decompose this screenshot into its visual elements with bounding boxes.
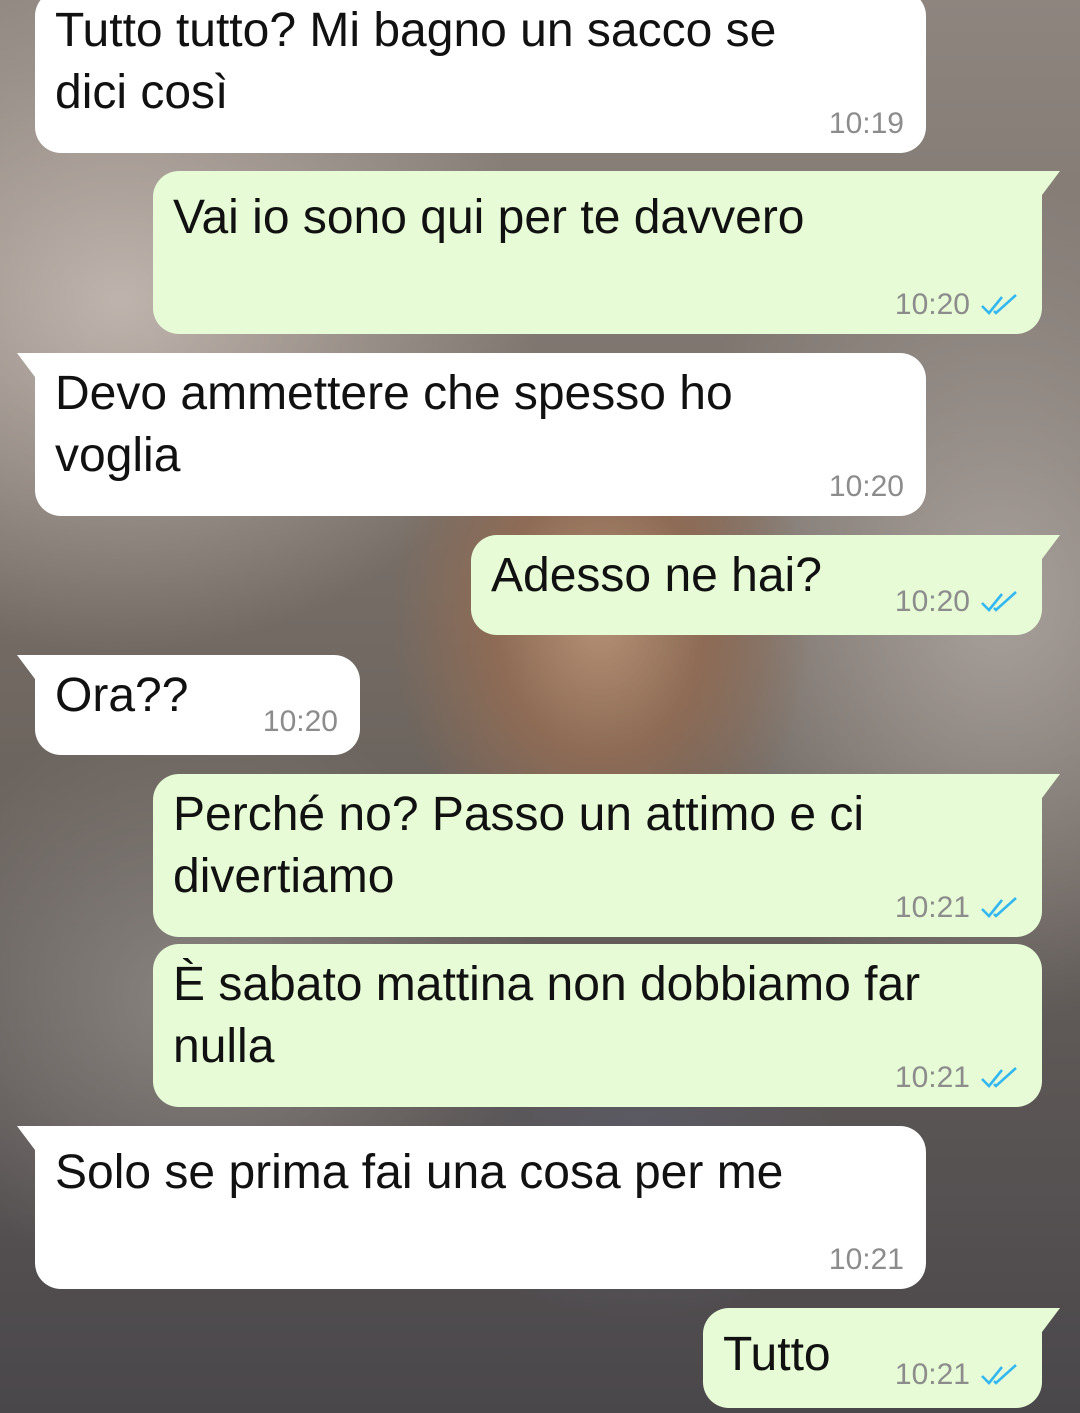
- outgoing-message-bubble[interactable]: Perché no? Passo un attimo e ci divertia…: [153, 774, 1060, 937]
- message-time: 10:21: [828, 1243, 904, 1276]
- message-text: È sabato mattina non dobbiamo far nulla: [173, 958, 921, 1073]
- message-text: Vai io sono qui per te davvero: [173, 191, 805, 244]
- message-text: Tutto tutto? Mi bagno un sacco se dici c…: [55, 4, 777, 119]
- double-check-read-icon: [981, 591, 1017, 612]
- message-time: 10:20: [262, 705, 338, 738]
- message-text: Solo se prima fai una cosa per me: [55, 1146, 784, 1199]
- message-text: Perché no? Passo un attimo e ci divertia…: [173, 788, 865, 903]
- message-time: 10:19: [828, 107, 904, 140]
- message-time: 10:20: [894, 288, 970, 321]
- double-check-read-icon: [981, 897, 1017, 918]
- double-check-read-icon: [981, 294, 1017, 315]
- bubble-tail: [17, 353, 35, 377]
- outgoing-message-bubble[interactable]: Tutto 10:21: [703, 1308, 1060, 1408]
- bubble-tail: [1042, 535, 1060, 559]
- message-text: Devo ammettere che spesso ho voglia: [55, 367, 733, 482]
- message-time: 10:21: [894, 1061, 970, 1094]
- bubble-tail: [1042, 1308, 1060, 1332]
- message-time: 10:21: [894, 891, 970, 924]
- bubble-tail: [1042, 171, 1060, 195]
- incoming-message-bubble[interactable]: Solo se prima fai una cosa per me 10:21: [17, 1126, 926, 1289]
- double-check-read-icon: [981, 1364, 1017, 1385]
- bubble-tail: [1042, 774, 1060, 798]
- bubble-tail: [17, 1126, 35, 1150]
- outgoing-message-bubble[interactable]: Vai io sono qui per te davvero 10:20: [153, 171, 1060, 334]
- message-time: 10:21: [894, 1358, 970, 1391]
- bubble-tail: [17, 655, 35, 679]
- message-time: 10:20: [894, 585, 970, 618]
- incoming-message-bubble[interactable]: Devo ammettere che spesso ho voglia 10:2…: [17, 353, 926, 516]
- message-time: 10:20: [828, 470, 904, 503]
- outgoing-message-bubble[interactable]: È sabato mattina non dobbiamo far nulla …: [153, 944, 1042, 1107]
- incoming-message-bubble[interactable]: Ora?? 10:20: [17, 655, 360, 755]
- incoming-message-bubble[interactable]: Tutto tutto? Mi bagno un sacco se dici c…: [35, 0, 926, 153]
- double-check-read-icon: [981, 1067, 1017, 1088]
- outgoing-message-bubble[interactable]: Adesso ne hai? 10:20: [471, 535, 1060, 635]
